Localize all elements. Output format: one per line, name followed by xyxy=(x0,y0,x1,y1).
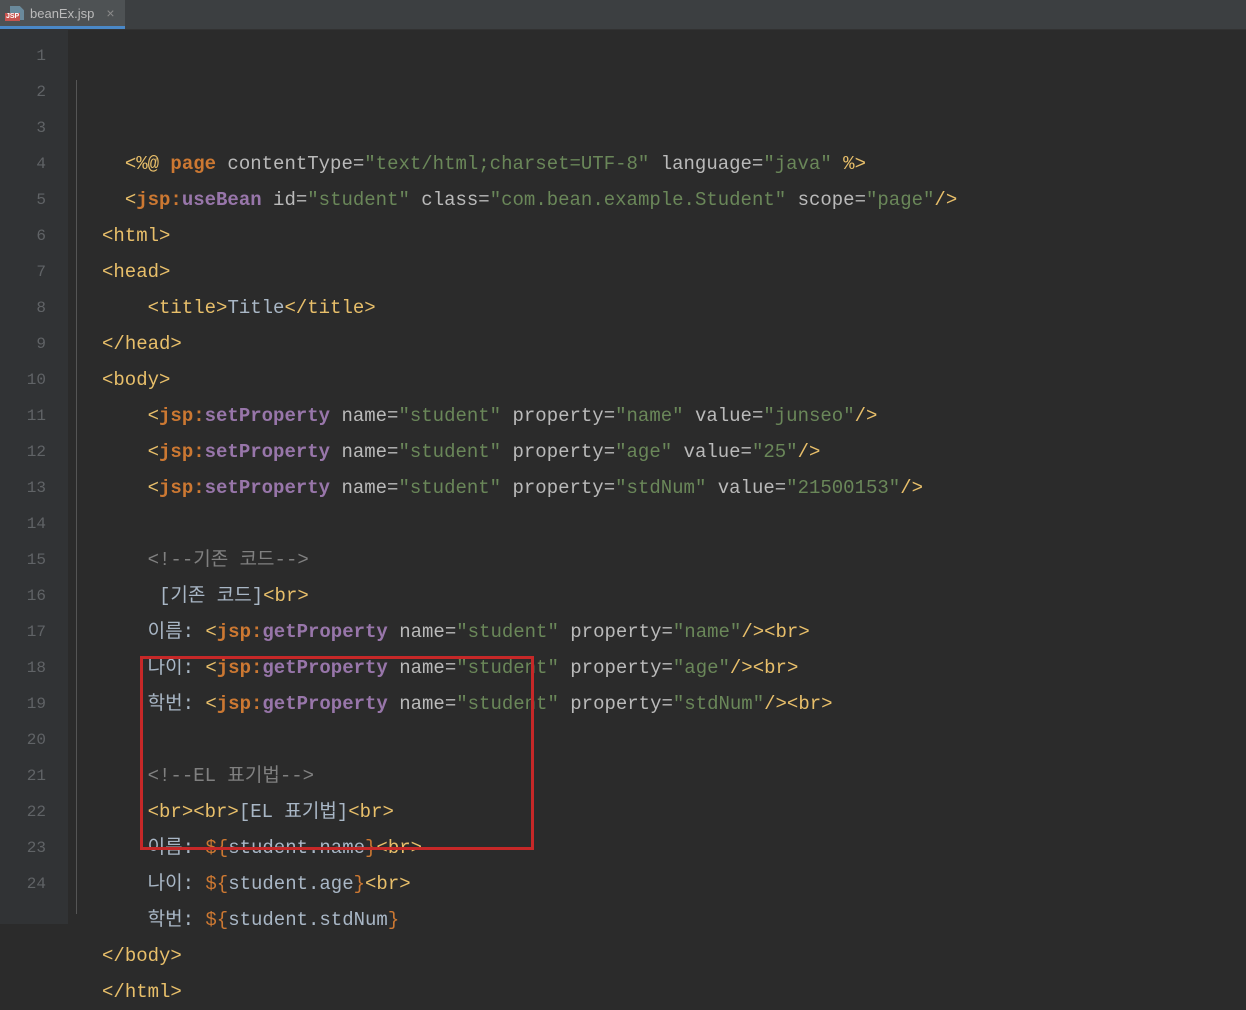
code-line[interactable]: <jsp:setProperty name="student" property… xyxy=(102,470,957,506)
line-number: 15 xyxy=(0,542,68,578)
line-number: 6 xyxy=(0,218,68,254)
code-line[interactable]: <title>Title</title> xyxy=(102,290,957,326)
line-number-gutter: 123456789101112131415161718192021222324 xyxy=(0,30,68,924)
code-line[interactable]: <!--기존 코드--> xyxy=(102,542,957,578)
code-line[interactable]: 이름: <jsp:getProperty name="student" prop… xyxy=(102,614,957,650)
line-number: 10 xyxy=(0,362,68,398)
line-number: 20 xyxy=(0,722,68,758)
line-number: 5 xyxy=(0,182,68,218)
line-number: 18 xyxy=(0,650,68,686)
code-line[interactable]: <jsp:setProperty name="student" property… xyxy=(102,398,957,434)
line-number: 8 xyxy=(0,290,68,326)
line-number: 3 xyxy=(0,110,68,146)
line-number: 11 xyxy=(0,398,68,434)
line-number: 1 xyxy=(0,38,68,74)
editor-tab[interactable]: JSP beanEx.jsp × xyxy=(0,0,125,29)
line-number: 13 xyxy=(0,470,68,506)
line-number: 4 xyxy=(0,146,68,182)
code-line[interactable]: <jsp:useBean id="student" class="com.bea… xyxy=(102,182,957,218)
line-number: 23 xyxy=(0,830,68,866)
code-line[interactable]: <body> xyxy=(102,362,957,398)
code-line[interactable]: <!--EL 표기법--> xyxy=(102,758,957,794)
line-number: 24 xyxy=(0,866,68,902)
code-line[interactable]: 나이: ${student.age}<br> xyxy=(102,866,957,902)
line-number: 14 xyxy=(0,506,68,542)
fold-column xyxy=(68,30,86,924)
code-line[interactable]: 나이: <jsp:getProperty name="student" prop… xyxy=(102,650,957,686)
code-line[interactable]: 이름: ${student.name}<br> xyxy=(102,830,957,866)
code-editor[interactable]: 123456789101112131415161718192021222324 … xyxy=(0,30,1246,924)
code-line[interactable]: <head> xyxy=(102,254,957,290)
tab-filename: beanEx.jsp xyxy=(30,6,94,21)
line-number: 16 xyxy=(0,578,68,614)
close-icon[interactable]: × xyxy=(106,5,114,21)
line-number: 9 xyxy=(0,326,68,362)
code-line[interactable]: </head> xyxy=(102,326,957,362)
line-number: 2 xyxy=(0,74,68,110)
code-line[interactable]: [기존 코드]<br> xyxy=(102,578,957,614)
line-number: 19 xyxy=(0,686,68,722)
code-line[interactable] xyxy=(102,722,957,758)
line-number: 22 xyxy=(0,794,68,830)
code-line[interactable]: </body> xyxy=(102,938,957,974)
jsp-file-icon: JSP xyxy=(6,6,24,20)
code-line[interactable]: </html> xyxy=(102,974,957,1010)
code-line[interactable]: 학번: <jsp:getProperty name="student" prop… xyxy=(102,686,957,722)
line-number: 17 xyxy=(0,614,68,650)
code-line[interactable]: <html> xyxy=(102,218,957,254)
code-line[interactable]: <br><br>[EL 표기법]<br> xyxy=(102,794,957,830)
tab-bar: JSP beanEx.jsp × xyxy=(0,0,1246,30)
code-line[interactable]: <jsp:setProperty name="student" property… xyxy=(102,434,957,470)
line-number: 12 xyxy=(0,434,68,470)
code-line[interactable]: <%@ page contentType="text/html;charset=… xyxy=(102,146,957,182)
code-line[interactable] xyxy=(102,506,957,542)
code-area[interactable]: <%@ page contentType="text/html;charset=… xyxy=(86,30,957,924)
line-number: 7 xyxy=(0,254,68,290)
code-line[interactable]: 학번: ${student.stdNum} xyxy=(102,902,957,938)
line-number: 21 xyxy=(0,758,68,794)
